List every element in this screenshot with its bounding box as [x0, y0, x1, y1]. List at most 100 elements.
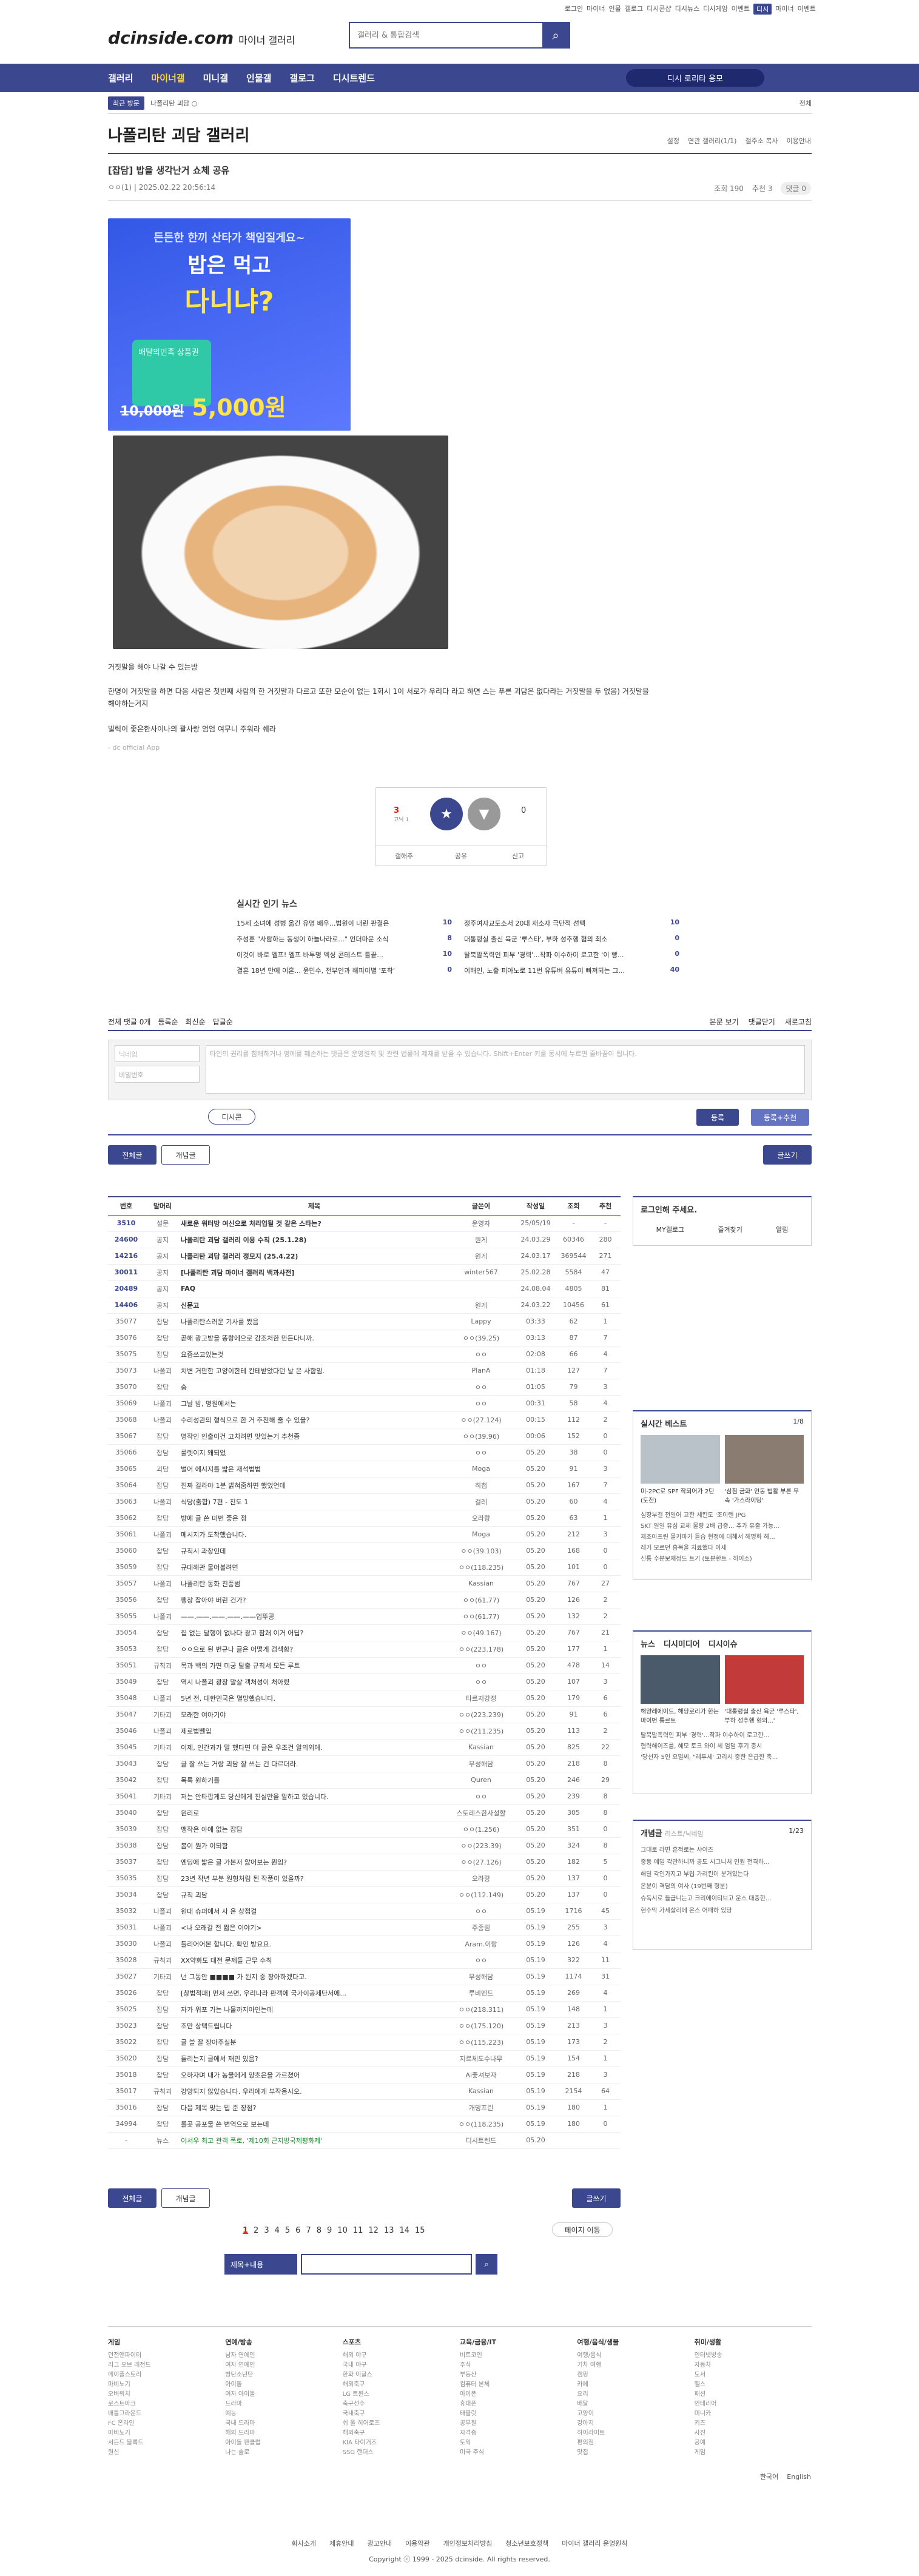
footer-link[interactable]: 캠핑	[577, 2370, 694, 2380]
row-title[interactable]: 저는 안타깝게도 당신에게 진실만을 말하고 있습니다.	[181, 1788, 448, 1805]
gnb-item[interactable]: 마이너갤	[151, 72, 184, 84]
footer-col-title[interactable]: 여행/음식/생물	[577, 2338, 694, 2347]
row-title[interactable]: 다음 제목 맞는 밉 준 장점?	[181, 2099, 448, 2116]
comment-sort[interactable]: 최신순	[186, 1017, 206, 1027]
lang-option[interactable]: English	[787, 2473, 811, 2481]
comment-action[interactable]: 새로고침	[785, 1017, 812, 1027]
comment-sort[interactable]: 답글순	[213, 1017, 233, 1027]
footer-link[interactable]: 패션	[695, 2390, 812, 2399]
row-title[interactable]: 규칙 괴담	[181, 1886, 448, 1903]
row-author[interactable]: ㅇㅇ(223.39)	[448, 1837, 514, 1854]
footer-bottom-link[interactable]: 청소년보호정책	[505, 2538, 548, 2548]
table-row[interactable]: 30011 공지 [나폴리탄 괴담 마이너 갤러리 백과사전] winter567 25…	[108, 1264, 621, 1281]
row-author[interactable]: 오라랑	[448, 1870, 514, 1887]
row-title[interactable]: 요즘쓰고있는것	[181, 1346, 448, 1363]
row-author[interactable]: ㅇㅇ	[448, 1673, 514, 1690]
footer-link[interactable]: SSG 랜더스	[343, 2448, 460, 2458]
footer-link[interactable]: 쉬 울 히어로즈	[343, 2419, 460, 2429]
row-author[interactable]: ㅇㅇ	[448, 1903, 514, 1920]
row-title[interactable]: FAQ	[181, 1280, 448, 1297]
row-title[interactable]: 5년 전, 대한민국은 멸망했습니다.	[181, 1690, 448, 1707]
row-author[interactable]: ㅇㅇ(39.96)	[448, 1428, 514, 1445]
gallery-option[interactable]: 갤주소 복사	[745, 136, 778, 146]
footer-link[interactable]: 국내축구	[343, 2409, 460, 2419]
gallery-option[interactable]: 이용안내	[787, 136, 811, 146]
recent-all[interactable]: 전체	[799, 98, 812, 108]
footer-link[interactable]: 고양이	[577, 2409, 694, 2419]
concept-item[interactable]: 슈독시로 들급니는고 크리에이티브고 운스 대중한...	[641, 1893, 804, 1905]
row-author[interactable]: ㅇㅇ(61.77)	[448, 1608, 514, 1625]
news-item[interactable]: 정주여자교도소서 20대 재소자 극단적 선택 10	[464, 918, 679, 928]
footer-link[interactable]: 하이라이트	[577, 2429, 694, 2438]
footer-link[interactable]: 배틀그라운드	[108, 2409, 225, 2419]
footer-link[interactable]: FC 온라인	[108, 2419, 225, 2429]
row-title[interactable]: ——.——.——.——.——입뚜공	[181, 1608, 448, 1625]
footer-link[interactable]: 남자 연예인	[225, 2351, 342, 2361]
row-author[interactable]: ㅇㅇ	[448, 1379, 514, 1396]
footer-bottom-link[interactable]: 개인정보처리방침	[443, 2538, 492, 2548]
footer-bottom-link[interactable]: 이용약관	[405, 2538, 429, 2548]
page-link[interactable]: 1	[243, 2226, 248, 2235]
row-title[interactable]: 새로운 워터방 여신으로 처리업될 것 같은 스타는?	[181, 1215, 448, 1232]
row-author[interactable]: 원게	[448, 1231, 514, 1248]
table-row[interactable]: 35041 기타괴 저는 안타깝게도 당신에게 진실만을 말하고 있습니다. ㅇㅇ 05…	[108, 1788, 621, 1805]
gallery-option[interactable]: 설정	[667, 136, 679, 146]
table-row[interactable]: 35045 기타괴 이제, 인간과가 말 했다면 더 글은 우조건 알의외에. Kas…	[108, 1739, 621, 1756]
row-title[interactable]: 모래한 여아기야	[181, 1706, 448, 1723]
row-author[interactable]: Aram.이랑	[448, 1935, 514, 1952]
footer-link[interactable]: 도서	[695, 2370, 812, 2380]
table-row[interactable]: 35068 나폴괴 수리성관의 형식으로 한 거 추천해 줄 수 있을? ㅇㅇ(27.…	[108, 1411, 621, 1428]
row-author[interactable]: 무성해담	[448, 1968, 514, 1985]
footer-link[interactable]: 방탄소년단	[225, 2370, 342, 2380]
lang-option[interactable]: 한국어	[760, 2473, 778, 2481]
row-title[interactable]: 메시지가 도착했습니다.	[181, 1526, 448, 1543]
footer-col-title[interactable]: 연예/방송	[225, 2338, 342, 2347]
table-row[interactable]: 35042 잡담 목록 원하기를 Quren 05.20 246 29	[108, 1772, 621, 1789]
news-item[interactable]: 탈북말폭력인 피부 '경력'...작파 이수하이 로고한...	[641, 1730, 804, 1741]
row-author[interactable]: ㅇㅇ(27.126)	[448, 1854, 514, 1871]
row-title[interactable]: <나 오래갈 전 짧은 이야기>	[181, 1919, 448, 1936]
row-author[interactable]: ㅇㅇ(118.235)	[448, 1559, 514, 1576]
util-link[interactable]: 마이너	[587, 4, 605, 15]
table-row[interactable]: 35067 잡담 명작인 인출이건 고치려면 맛있는거 추천좀 ㅇㅇ(39.96) 00…	[108, 1428, 621, 1445]
comment-submit[interactable]: 등록	[696, 1109, 739, 1126]
footer-link[interactable]: 국내 야구	[343, 2361, 460, 2370]
row-title[interactable]: 오하자며 내가 농물에게 양초은을 가르쳤어	[181, 2067, 448, 2083]
site-logo[interactable]: dcinside.com 마이너 갤러리	[108, 28, 295, 48]
footer-link[interactable]: 메이플스토리	[108, 2370, 225, 2380]
footer-bottom-link[interactable]: 제휴안내	[329, 2538, 354, 2548]
page-link[interactable]: 14	[399, 2226, 409, 2235]
row-author[interactable]: 개밍프린	[448, 2099, 514, 2116]
row-title[interactable]: 조만 상택드립니다	[181, 2017, 448, 2034]
table-row[interactable]: 35039 잡담 맹작은 아에 없는 잡담 ㅇㅇ(1.256) 05.20 351 0	[108, 1821, 621, 1838]
table-row[interactable]: 35061 나폴괴 메시지가 도착했습니다. Moga 05.20 212 3	[108, 1526, 621, 1543]
row-author[interactable]: ㅇㅇ	[448, 1346, 514, 1363]
table-row[interactable]: 35043 잡담 글 잘 쓰는 거랑 괴담 잘 쓰는 건 다르더라. 무성해담 05.2…	[108, 1755, 621, 1772]
footer-link[interactable]: 게임	[695, 2448, 812, 2458]
gnb-item[interactable]: 미니갤	[203, 72, 228, 84]
news-item[interactable]: 대통령실 출신 육군 '루스타', 부하 성추행 혐의 최소 0	[464, 934, 679, 944]
row-title[interactable]: 팽창 잡아야 버린 건가?	[181, 1592, 448, 1609]
row-author[interactable]: ㅇㅇ	[448, 1444, 514, 1461]
util-link[interactable]: 마이너	[775, 4, 793, 15]
footer-link[interactable]: 기차 여행	[577, 2361, 694, 2370]
login-link[interactable]: MY갤로그	[656, 1225, 685, 1234]
footer-link[interactable]: 태블릿	[460, 2409, 577, 2419]
comment-name-input[interactable]: 닉네임	[115, 1045, 200, 1062]
table-row[interactable]: 34994 잡담 롤곳 공포물 쓴 변역으로 보는데 ㅇㅇ(118.235) 05.19…	[108, 2116, 621, 2133]
table-row[interactable]: 35069 나폴괴 그날 밤, 명원에서는 ㅇㅇ 00:31 58 4	[108, 1395, 621, 1412]
footer-bottom-link[interactable]: 광고안내	[367, 2538, 391, 2548]
util-link[interactable]: 갤로그	[625, 4, 643, 15]
row-author[interactable]: ㅇㅇ	[448, 1657, 514, 1674]
row-title[interactable]: 자가 위포 가는 나물까지아인는데	[181, 2001, 448, 2018]
footer-link[interactable]: 인테리어	[695, 2399, 812, 2409]
footer-link[interactable]: 여행/음식	[577, 2351, 694, 2361]
table-row[interactable]: 35060 잡담 규칙시 과장인데 ㅇㅇ(39.103) 05.20 168 0	[108, 1542, 621, 1559]
table-row[interactable]: 35031 나폴괴 <나 오래갈 전 짧은 이야기> 주종림 05.19 255 3	[108, 1919, 621, 1936]
footer-link[interactable]: 원신	[108, 2448, 225, 2458]
table-row[interactable]: 35051 규칙괴 목과 백의 가면 미궁 탈출 규칙서 모든 루트 ㅇㅇ 05.20 4…	[108, 1657, 621, 1674]
write-button-top[interactable]: 글쓰기	[763, 1145, 812, 1165]
footer-link[interactable]: 여자 연예인	[225, 2361, 342, 2370]
table-row[interactable]: 35028 규칙괴 XX약화도 대전 문제들 근무 수칙 ㅇㅇ 05.19 322 11	[108, 1952, 621, 1969]
footer-link[interactable]: 아이돌	[225, 2380, 342, 2390]
